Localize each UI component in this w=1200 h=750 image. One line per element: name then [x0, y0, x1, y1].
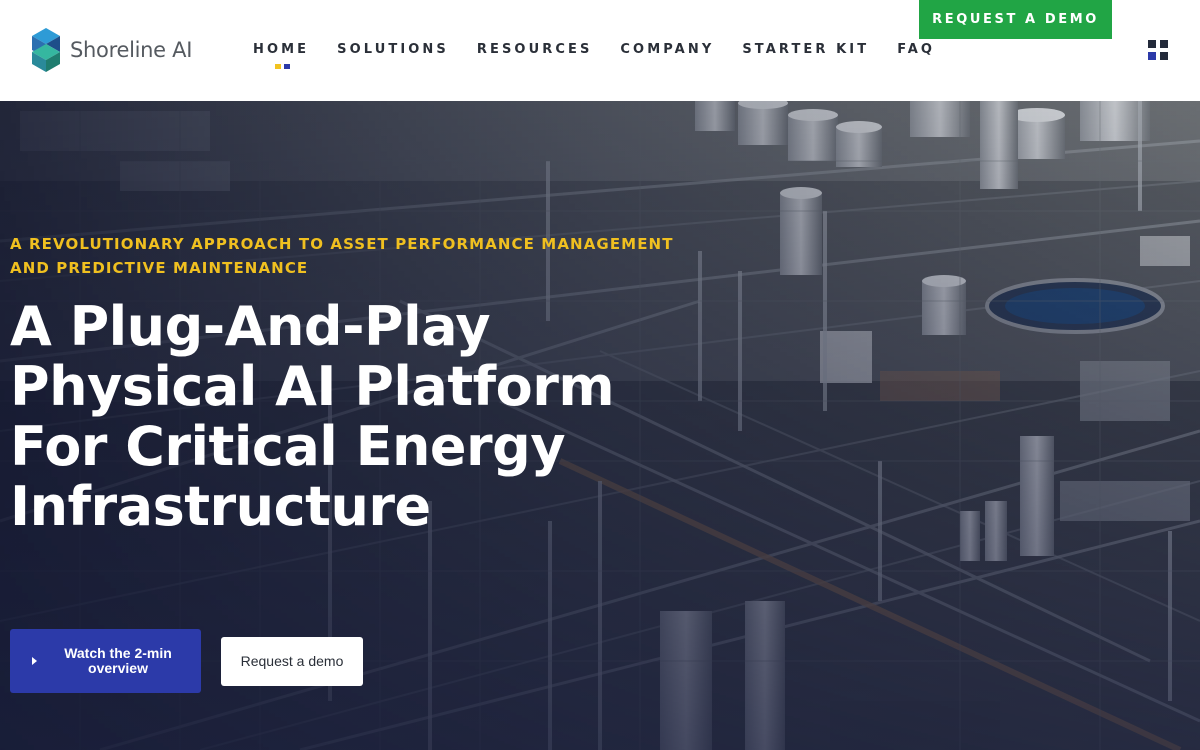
shoreline-logo-icon: [32, 28, 60, 72]
watch-overview-label: Watch the 2-min overview: [64, 645, 172, 676]
watch-overview-button[interactable]: Watch the 2-min overview: [10, 629, 201, 693]
grid-icon[interactable]: [1148, 40, 1168, 60]
nav-starter-kit[interactable]: STARTER KIT: [742, 42, 869, 57]
hero-headline: A Plug-And-Play Physical AI Platform For…: [10, 295, 615, 538]
request-demo-button[interactable]: REQUEST A DEMO: [919, 0, 1112, 39]
nav-faq[interactable]: FAQ: [897, 42, 935, 57]
hero-kicker: A REVOLUTIONARY APPROACH TO ASSET PERFOR…: [10, 235, 674, 277]
hero-section: A REVOLUTIONARY APPROACH TO ASSET PERFOR…: [0, 101, 1200, 750]
main-nav: HOME SOLUTIONS RESOURCES COMPANY STARTER…: [253, 42, 963, 69]
brand-name: Shoreline AI: [70, 38, 193, 62]
nav-resources[interactable]: RESOURCES: [477, 42, 593, 57]
nav-solutions[interactable]: SOLUTIONS: [337, 42, 449, 57]
brand-logo[interactable]: Shoreline AI: [30, 28, 192, 72]
site-header: Shoreline AI HOME SOLUTIONS RESOURCES CO…: [0, 0, 1200, 101]
nav-company[interactable]: COMPANY: [620, 42, 714, 57]
request-demo-hero-button[interactable]: Request a demo: [221, 637, 363, 686]
nav-home[interactable]: HOME: [253, 42, 309, 69]
